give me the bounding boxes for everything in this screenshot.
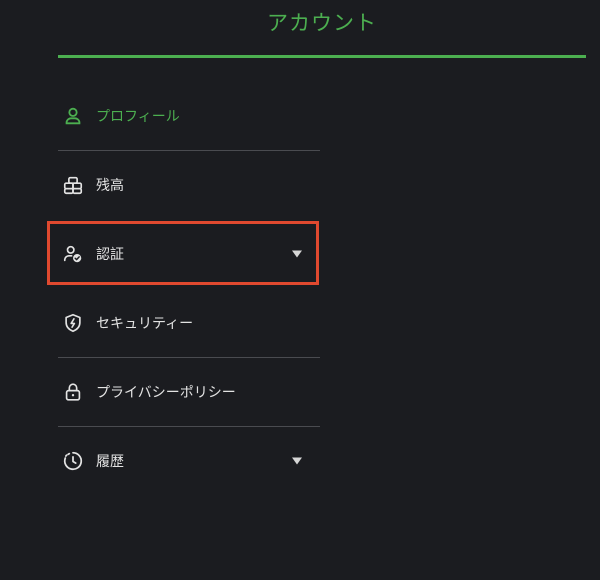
history-icon [62,450,84,472]
chevron-down-icon[interactable] [292,457,302,465]
menu-item-history[interactable]: 履歴 [58,427,320,495]
menu-item-balance[interactable]: 残高 [58,151,320,219]
menu-item-label: プロフィール [96,109,180,125]
menu-item-label: プライバシーポリシー [96,385,236,401]
title-underline [58,55,586,58]
account-menu: プロフィール 残高 認証 セキュリティー プライバシーポリシー 履歴 [58,82,320,495]
user-check-icon [62,243,84,265]
menu-item-profile[interactable]: プロフィール [58,82,320,150]
menu-item-label: 履歴 [96,454,124,470]
menu-item-privacy-policy[interactable]: プライバシーポリシー [58,358,320,426]
shield-icon [62,312,84,334]
page-title: アカウント [267,11,377,35]
menu-item-verification[interactable]: 認証 [58,220,320,288]
user-icon [62,105,84,127]
coins-icon [62,174,84,196]
menu-item-label: 残高 [96,178,124,194]
chevron-down-icon[interactable] [292,250,302,258]
menu-item-label: 認証 [96,247,124,263]
menu-item-security[interactable]: セキュリティー [58,289,320,357]
lock-icon [62,381,84,403]
menu-item-label: セキュリティー [96,316,194,332]
